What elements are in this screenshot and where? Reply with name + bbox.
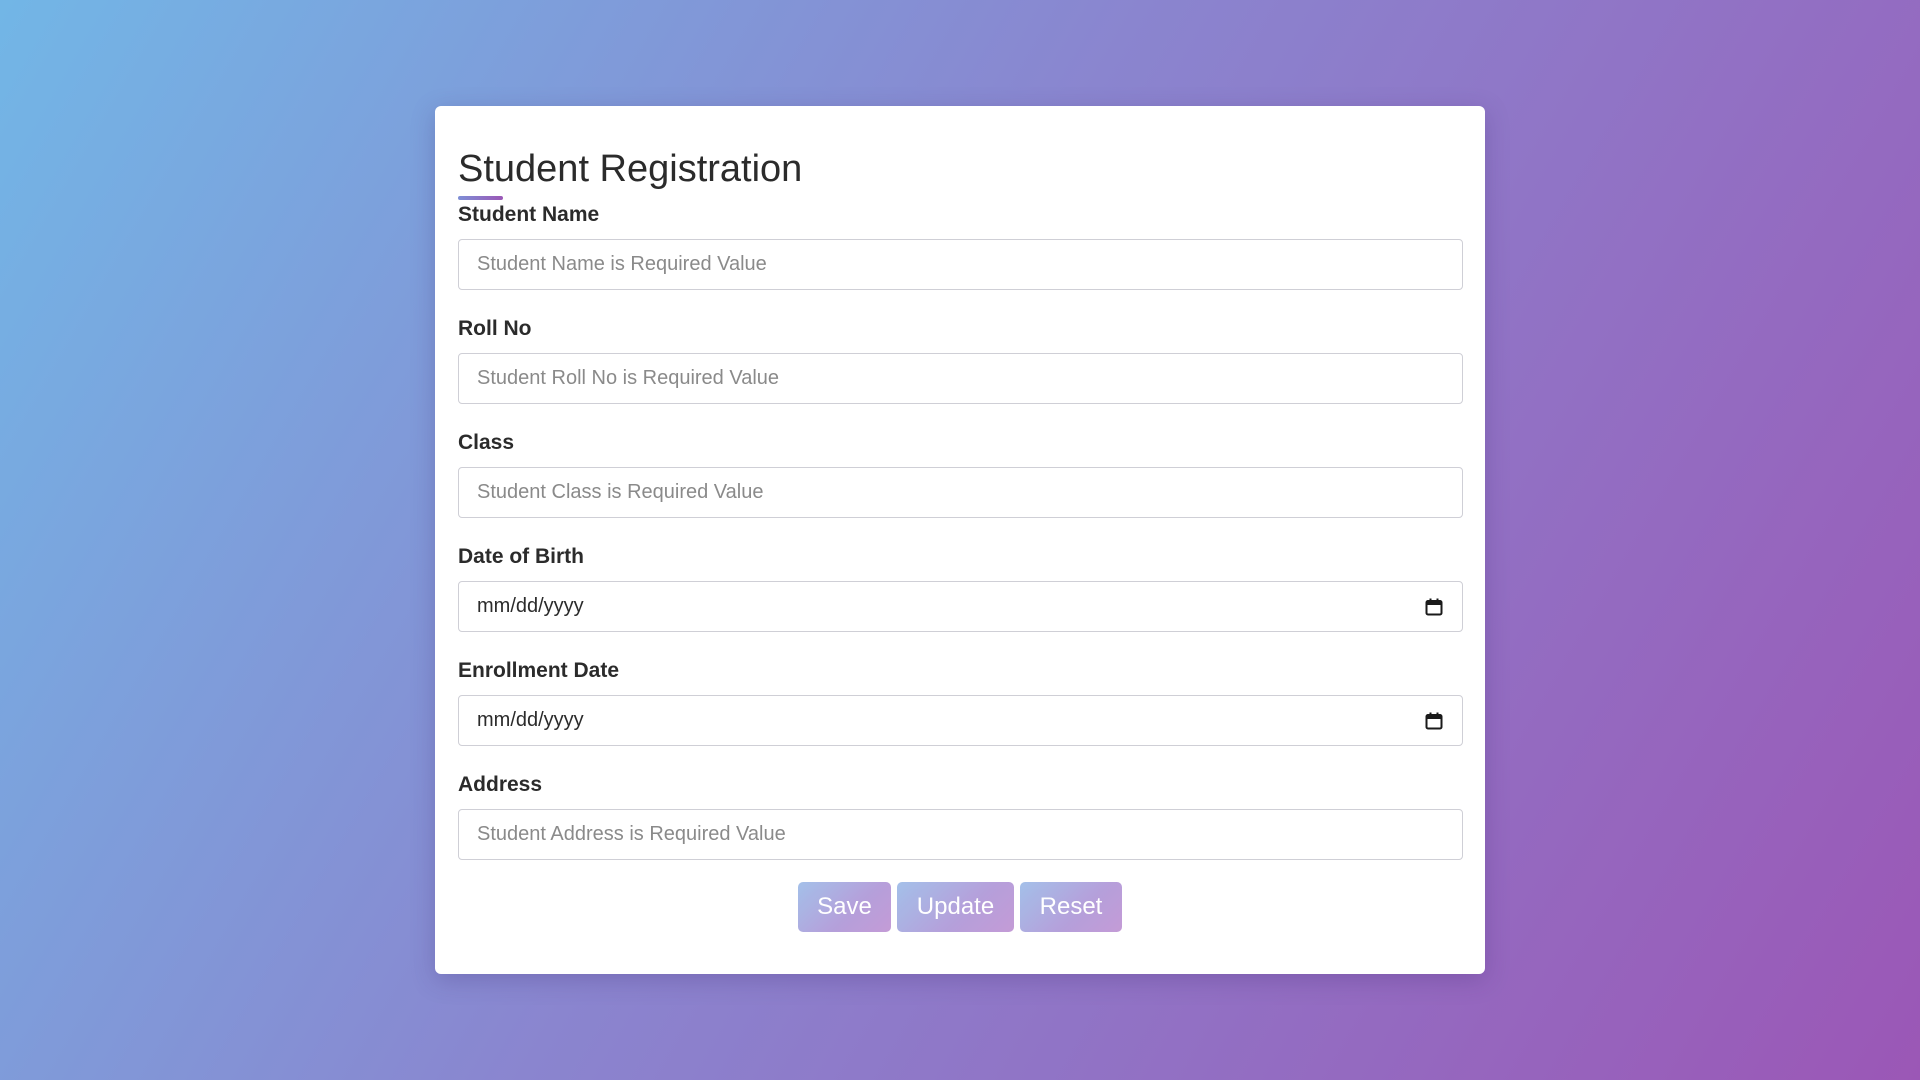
calendar-icon[interactable] <box>1424 597 1444 617</box>
title-underline <box>458 196 503 200</box>
address-input[interactable] <box>458 809 1463 860</box>
form-actions: Save Update Reset <box>458 882 1462 932</box>
enrollment-date-value: mm/dd/yyyy <box>477 709 584 731</box>
enrollment-date-field: Enrollment Date mm/dd/yyyy <box>458 659 1463 746</box>
registration-card: Student Registration Student Name Roll N… <box>435 106 1485 974</box>
calendar-icon[interactable] <box>1424 711 1444 731</box>
date-of-birth-label: Date of Birth <box>458 545 584 568</box>
enrollment-date-input[interactable]: mm/dd/yyyy <box>458 695 1463 746</box>
enrollment-date-label: Enrollment Date <box>458 659 620 682</box>
date-of-birth-input[interactable]: mm/dd/yyyy <box>458 581 1463 632</box>
class-input[interactable] <box>458 467 1463 518</box>
update-button[interactable]: Update <box>897 882 1014 932</box>
page-title: Student Registration <box>458 148 803 190</box>
student-name-field: Student Name <box>458 203 1463 290</box>
class-label: Class <box>458 431 515 454</box>
student-name-label: Student Name <box>458 203 600 226</box>
roll-no-input[interactable] <box>458 353 1463 404</box>
roll-no-label: Roll No <box>458 317 532 340</box>
class-field: Class <box>458 431 1463 518</box>
reset-button[interactable]: Reset <box>1020 882 1122 932</box>
student-name-input[interactable] <box>458 239 1463 290</box>
address-field: Address <box>458 773 1463 860</box>
save-button[interactable]: Save <box>798 882 891 932</box>
address-label: Address <box>458 773 543 796</box>
roll-no-field: Roll No <box>458 317 1463 404</box>
date-of-birth-field: Date of Birth mm/dd/yyyy <box>458 545 1463 632</box>
date-of-birth-value: mm/dd/yyyy <box>477 595 584 617</box>
